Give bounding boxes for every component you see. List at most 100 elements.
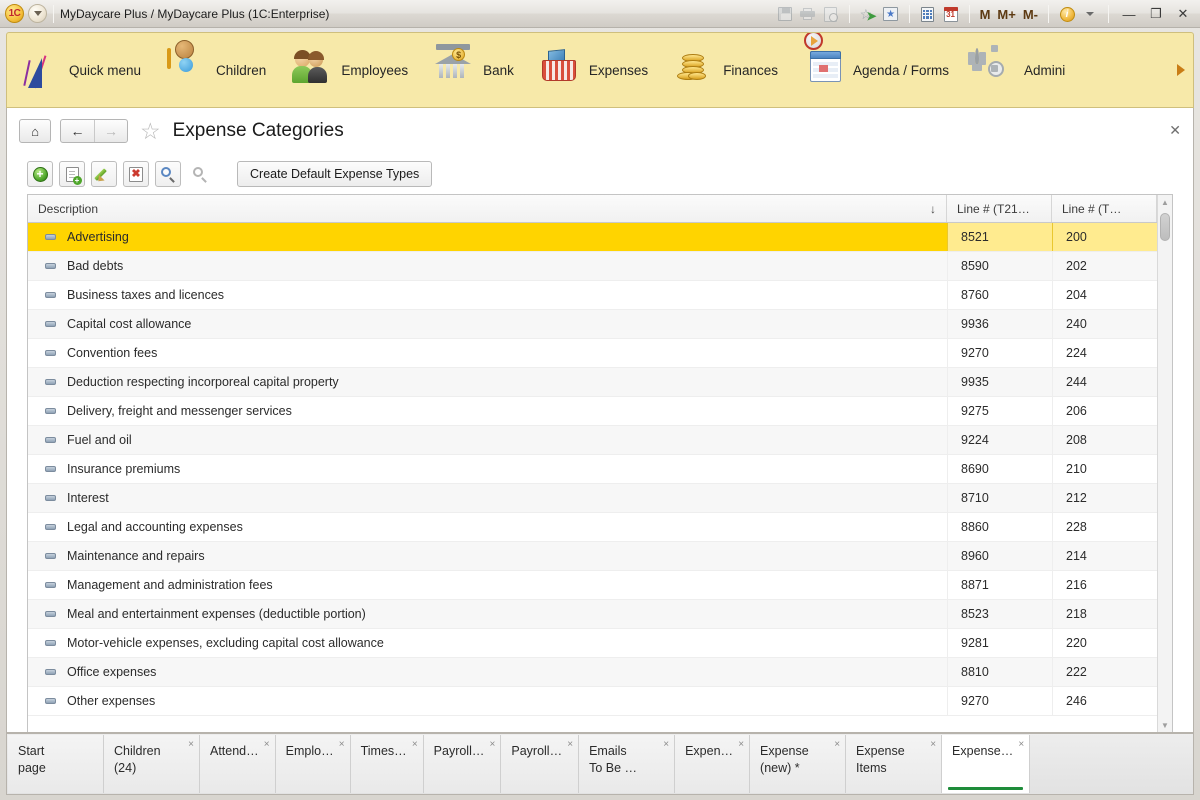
scrollbar-track[interactable]	[1158, 209, 1172, 718]
cell-line-t21[interactable]: 9270	[947, 687, 1052, 715]
section-item-quick-menu[interactable]: Quick menu	[7, 33, 154, 107]
cell-line-t[interactable]: 224	[1052, 339, 1157, 367]
section-item-finances[interactable]: Finances	[661, 33, 791, 107]
table-row[interactable]: Deduction respecting incorporeal capital…	[28, 368, 1157, 397]
column-header-line-t[interactable]: Line # (T…	[1052, 195, 1157, 222]
cell-description[interactable]: Other expenses	[28, 687, 947, 715]
chevron-down-icon[interactable]	[1079, 3, 1101, 25]
cell-line-t[interactable]: 228	[1052, 513, 1157, 541]
close-tab-icon[interactable]: ×	[339, 740, 345, 750]
table-row[interactable]: Meal and entertainment expenses (deducti…	[28, 600, 1157, 629]
cell-description[interactable]: Maintenance and repairs	[28, 542, 947, 570]
minimize-button[interactable]: —	[1116, 3, 1142, 25]
copy-button[interactable]	[59, 161, 85, 187]
cell-description[interactable]: Management and administration fees	[28, 571, 947, 599]
cell-line-t[interactable]: 220	[1052, 629, 1157, 657]
cell-description[interactable]: Deduction respecting incorporeal capital…	[28, 368, 947, 396]
scroll-down-icon[interactable]: ▼	[1161, 718, 1169, 732]
cell-line-t[interactable]: 212	[1052, 484, 1157, 512]
taskbar-tab[interactable]: Expense (new) * ×	[750, 735, 847, 793]
close-tab-icon[interactable]: ×	[412, 740, 418, 750]
cell-line-t21[interactable]: 8871	[947, 571, 1052, 599]
cell-line-t21[interactable]: 8690	[947, 455, 1052, 483]
vertical-scrollbar[interactable]: ▲ ▼	[1157, 195, 1172, 732]
section-overflow-button[interactable]	[1173, 33, 1189, 107]
section-item-agenda-forms[interactable]: Agenda / Forms	[791, 33, 962, 107]
table-row[interactable]: Office expenses 8810 222	[28, 658, 1157, 687]
print-preview-icon[interactable]	[820, 3, 842, 25]
edit-button[interactable]	[91, 161, 117, 187]
create-default-expense-types-button[interactable]: Create Default Expense Types	[237, 161, 433, 187]
cell-line-t[interactable]: 246	[1052, 687, 1157, 715]
cell-line-t21[interactable]: 9275	[947, 397, 1052, 425]
cell-description[interactable]: Capital cost allowance	[28, 310, 947, 338]
cell-line-t21[interactable]: 8960	[947, 542, 1052, 570]
cell-line-t21[interactable]: 8521	[947, 223, 1052, 251]
cell-line-t21[interactable]: 8590	[947, 252, 1052, 280]
cell-description[interactable]: Convention fees	[28, 339, 947, 367]
table-row[interactable]: Legal and accounting expenses 8860 228	[28, 513, 1157, 542]
close-tab-icon[interactable]: ×	[1018, 740, 1024, 750]
close-tab-icon[interactable]: ×	[490, 740, 496, 750]
calculator-icon[interactable]	[917, 3, 939, 25]
scrollbar-thumb[interactable]	[1160, 213, 1170, 241]
section-item-employees[interactable]: Employees	[279, 33, 421, 107]
table-row[interactable]: Fuel and oil 9224 208	[28, 426, 1157, 455]
memory-recall-button[interactable]: M	[977, 7, 994, 22]
cell-line-t21[interactable]: 8860	[947, 513, 1052, 541]
cell-description[interactable]: Insurance premiums	[28, 455, 947, 483]
cell-line-t21[interactable]: 8710	[947, 484, 1052, 512]
cell-line-t21[interactable]: 9936	[947, 310, 1052, 338]
table-row[interactable]: Management and administration fees 8871 21…	[28, 571, 1157, 600]
section-item-expenses[interactable]: Expenses	[527, 33, 661, 107]
taskbar-tab[interactable]: Attend… ×	[200, 735, 276, 793]
taskbar-tab[interactable]: Expen… ×	[675, 735, 751, 793]
close-tab-icon[interactable]: ×	[930, 740, 936, 750]
cell-description[interactable]: Advertising	[28, 223, 947, 251]
taskbar-tab[interactable]: Payroll… ×	[423, 735, 502, 793]
scroll-up-icon[interactable]: ▲	[1161, 195, 1169, 209]
cell-line-t21[interactable]: 9281	[947, 629, 1052, 657]
delete-button[interactable]: ✖	[123, 161, 149, 187]
taskbar-tab[interactable]: Payroll… ×	[501, 735, 580, 793]
favorite-star-icon[interactable]: ☆	[140, 119, 161, 143]
table-row[interactable]: Advertising 8521 200	[28, 223, 1157, 252]
table-row[interactable]: Business taxes and licences 8760 204	[28, 281, 1157, 310]
cell-line-t21[interactable]: 8523	[947, 600, 1052, 628]
cell-line-t21[interactable]: 9935	[947, 368, 1052, 396]
cell-line-t[interactable]: 218	[1052, 600, 1157, 628]
table-row[interactable]: Delivery, freight and messenger services…	[28, 397, 1157, 426]
home-button[interactable]: ⌂	[19, 119, 51, 143]
section-item-bank[interactable]: $ Bank	[421, 33, 527, 107]
info-icon[interactable]: i	[1056, 3, 1078, 25]
cell-line-t[interactable]: 214	[1052, 542, 1157, 570]
table-row[interactable]: Motor-vehicle expenses, excluding capita…	[28, 629, 1157, 658]
cell-line-t21[interactable]: 8810	[947, 658, 1052, 686]
cell-line-t[interactable]: 240	[1052, 310, 1157, 338]
cell-line-t21[interactable]: 9270	[947, 339, 1052, 367]
favorites-go-icon[interactable]: ☆ ➤	[857, 3, 879, 25]
table-row[interactable]: Bad debts 8590 202	[28, 252, 1157, 281]
close-button[interactable]: ✕	[1170, 3, 1196, 25]
cell-description[interactable]: Legal and accounting expenses	[28, 513, 947, 541]
taskbar-tab[interactable]: Emplo… ×	[275, 735, 351, 793]
create-button[interactable]: +	[27, 161, 53, 187]
table-row[interactable]: Interest 8710 212	[28, 484, 1157, 513]
table-row[interactable]: Capital cost allowance 9936 240	[28, 310, 1157, 339]
close-tab-icon[interactable]: ×	[567, 740, 573, 750]
cell-line-t[interactable]: 204	[1052, 281, 1157, 309]
cell-line-t21[interactable]: 9224	[947, 426, 1052, 454]
maximize-button[interactable]: ❐	[1143, 3, 1169, 25]
forward-button[interactable]: →	[94, 120, 127, 142]
table-row[interactable]: Insurance premiums 8690 210	[28, 455, 1157, 484]
close-tab-icon[interactable]: ×	[834, 740, 840, 750]
taskbar-tab[interactable]: Emails To Be … ×	[579, 735, 676, 793]
close-tab-icon[interactable]: ×	[264, 740, 270, 750]
cell-line-t[interactable]: 216	[1052, 571, 1157, 599]
cell-line-t[interactable]: 208	[1052, 426, 1157, 454]
cell-description[interactable]: Fuel and oil	[28, 426, 947, 454]
cell-line-t[interactable]: 222	[1052, 658, 1157, 686]
cell-description[interactable]: Business taxes and licences	[28, 281, 947, 309]
memory-subtract-button[interactable]: M-	[1020, 7, 1041, 22]
cell-line-t[interactable]: 206	[1052, 397, 1157, 425]
